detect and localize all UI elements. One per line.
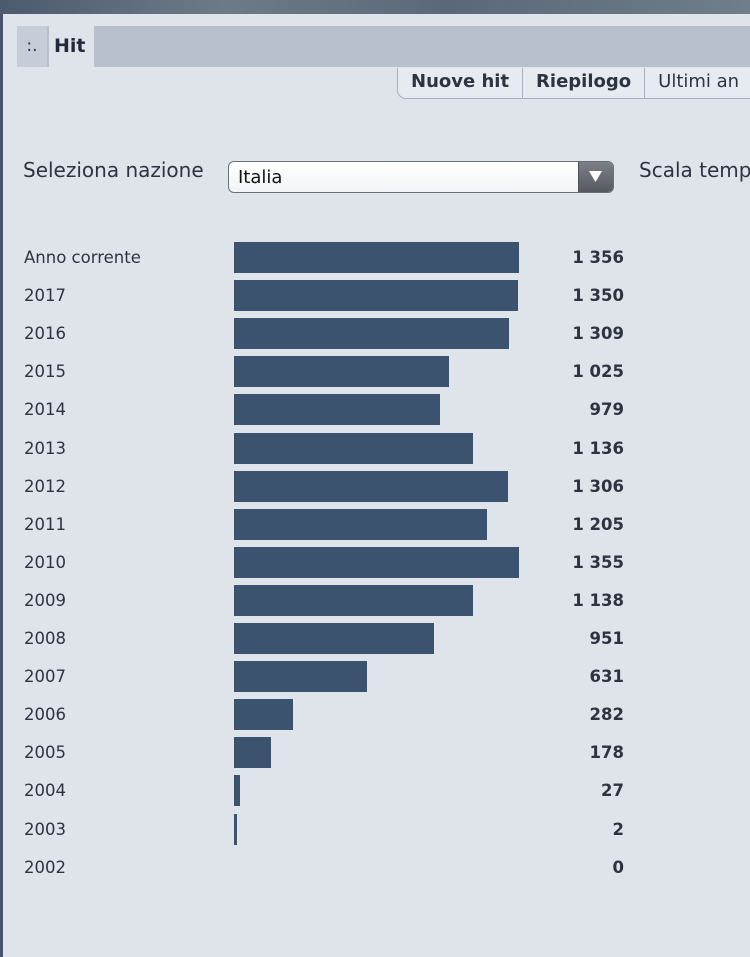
nation-select[interactable]: Italia <box>228 161 614 193</box>
title-bullet: :. <box>17 26 47 67</box>
tab-ultimi-anni[interactable]: Ultimi an <box>645 68 750 98</box>
triangle-down-icon <box>589 171 602 182</box>
tab-nuove-hit[interactable]: Nuove hit <box>398 68 524 98</box>
nation-label: Seleziona nazione <box>23 158 204 182</box>
tab-riepilogo[interactable]: Riepilogo <box>523 68 646 98</box>
hit-panel: :. Hit Nuove hit Riepilogo Ultimi an Sel… <box>3 14 750 957</box>
panel-title-bar: :. Hit <box>17 26 750 67</box>
tab-bar: Nuove hit Riepilogo Ultimi an <box>397 68 750 99</box>
time-scale-label: Scala temp <box>639 158 750 182</box>
window-top-strip <box>0 0 750 14</box>
panel-title: Hit <box>49 26 94 67</box>
dropdown-button[interactable] <box>578 162 613 192</box>
nation-select-value: Italia <box>238 167 283 188</box>
